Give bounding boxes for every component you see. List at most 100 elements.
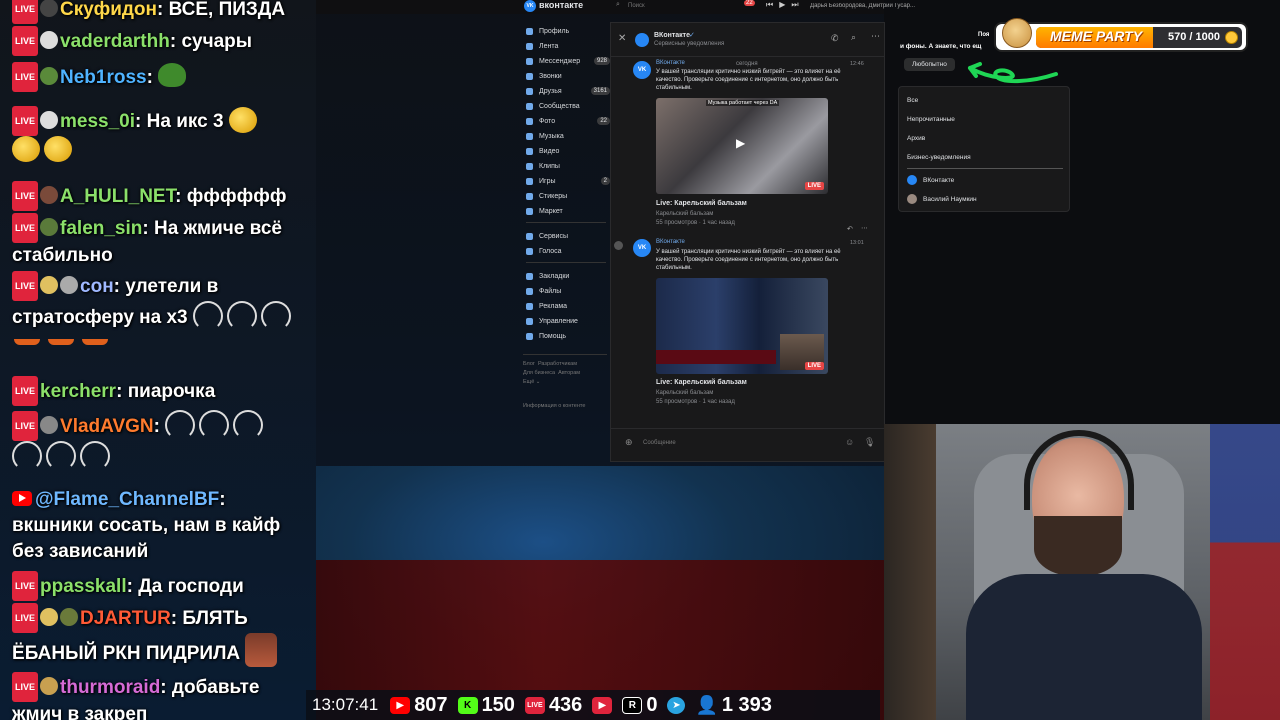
coin-icon	[1225, 31, 1238, 44]
chat-nick: @Flame_ChannelBF	[35, 489, 220, 510]
microphone-icon[interactable]: 🎙	[864, 437, 875, 448]
video-icon	[526, 147, 533, 155]
live-badge: LIVE	[804, 182, 824, 190]
skull-icon	[40, 111, 59, 129]
sidebar-item-calls[interactable]: Звонки	[526, 70, 610, 82]
sidebar-item-bookmarks[interactable]: Закладки	[526, 270, 610, 282]
close-icon[interactable]: ✕	[618, 33, 626, 44]
chat-message: LIVE ppasskall: Да господи	[12, 571, 312, 601]
chat-text: ВСЕ, ПИЗДА	[168, 0, 286, 20]
notification-badge[interactable]: 22	[744, 0, 755, 6]
video-channel[interactable]: Карельский бальзам	[656, 389, 713, 398]
sidebar-item-ads[interactable]: Реклама	[526, 300, 610, 312]
emoji-icon[interactable]: ☺	[845, 437, 854, 447]
more-icon[interactable]: ⋯	[871, 31, 880, 42]
live-badge: LIVE	[12, 411, 39, 441]
telegram-icon: ➤	[667, 696, 686, 714]
post-sender[interactable]: ВКонтакте	[656, 239, 685, 245]
filter-all[interactable]: Все	[907, 97, 918, 104]
chat-nick: Neb1ross	[60, 67, 147, 88]
video-thumbnail[interactable]: LIVE	[656, 278, 828, 374]
video-thumbnail[interactable]: Музыка работает через DA ▶ LIVE	[656, 98, 828, 194]
doge-icon	[1002, 18, 1032, 48]
more-icon[interactable]: ⋯	[861, 224, 868, 232]
promo-text: и фоны. А знаете, что ещ	[900, 43, 982, 50]
live-badge: LIVE	[12, 571, 39, 601]
vk-live-icon: LIVE	[524, 696, 545, 714]
player-controls[interactable]: ⏮▶⏭	[766, 0, 805, 10]
sidebar-item-votes[interactable]: Голоса	[526, 245, 610, 257]
chat-message: @Flame_ChannelBF: вкшники сосать, нам в к…	[12, 489, 281, 562]
contact-vasily[interactable]: Василий Наумкин	[907, 194, 977, 204]
vk-logo-icon: VK	[524, 0, 536, 12]
sidebar-label: Помощь	[539, 332, 567, 340]
video-title[interactable]: Live: Карельский бальзам	[656, 379, 747, 386]
sidebar-footer-info[interactable]: Информация о контенте	[523, 402, 585, 411]
sidebar-item-friends[interactable]: Друзья 3161	[526, 85, 610, 97]
sidebar-item-communities[interactable]: Сообщества	[526, 100, 610, 112]
services-icon	[526, 232, 533, 240]
promo-button[interactable]: Любопытно	[904, 58, 955, 71]
vk-brand[interactable]: вконтакте	[539, 0, 583, 10]
contact-vk[interactable]: ВКонтакте	[907, 175, 954, 185]
sidebar-item-files[interactable]: Файлы	[526, 285, 610, 297]
phone-icon[interactable]: ✆	[831, 33, 839, 44]
loading-emote-icon	[192, 301, 223, 331]
chat-message: LIVE A_HULI_NET: фффффф	[12, 181, 312, 211]
video-meta: 55 просмотров · 1 час назад	[656, 220, 735, 226]
post-sender[interactable]: ВКонтакте	[656, 60, 685, 66]
clock-time: 13:07:41	[312, 695, 379, 714]
video-channel[interactable]: Карельский бальзам	[656, 210, 713, 219]
sidebar-count: 2	[600, 177, 610, 185]
sidebar-footer-links[interactable]: Блог Разработчикам Для бизнеса Авторам Е…	[523, 360, 580, 387]
chat-message: LIVE kercherr: пиарочка	[12, 376, 312, 406]
reply-icon[interactable]: ↶	[847, 225, 853, 233]
chat-text: вкшники сосать, нам в кайф без зависаний	[12, 515, 281, 562]
attach-icon[interactable]: ⊕	[625, 437, 633, 448]
chat-message: LIVE thurmoraid: добавьте жмич в закреп	[12, 672, 312, 720]
loading-emote-icon	[46, 441, 76, 471]
chat-text: пиарочка	[127, 381, 216, 402]
contact-name: ВКонтакте	[923, 177, 955, 184]
sidebar-item-stickers[interactable]: Стикеры	[526, 190, 610, 202]
filter-business[interactable]: Бизнес-уведомления	[907, 154, 971, 161]
manage-icon	[526, 317, 533, 325]
sidebar-item-video[interactable]: Видео	[526, 145, 610, 157]
photo-icon	[526, 117, 533, 125]
chat-text: фффффф	[186, 186, 287, 207]
live-badge: LIVE	[12, 62, 39, 92]
filter-archive[interactable]: Архив	[907, 135, 925, 142]
select-check-icon[interactable]	[614, 241, 623, 250]
sidebar-label: Видео	[539, 147, 560, 155]
search-icon[interactable]: ⌕	[851, 32, 856, 43]
sidebar-item-music[interactable]: Музыка	[526, 130, 610, 142]
rutube-icon: R	[622, 696, 643, 714]
message-input[interactable]: Сообщение	[643, 440, 823, 446]
chat-message: LIVE mess_0i: На икс 3	[12, 106, 312, 164]
sidebar-item-manage[interactable]: Управление	[526, 315, 610, 327]
video-meta: 55 просмотров · 1 час назад	[656, 399, 735, 405]
sidebar-item-photos[interactable]: Фото 22	[526, 115, 610, 127]
rutube-viewers: ▶	[592, 696, 613, 714]
blob-emote-icon	[44, 136, 72, 162]
youtube-count: 807	[414, 693, 448, 716]
chat-name[interactable]: ВКонтакте	[654, 32, 690, 39]
vk-chat-filters-panel: Все Непрочитанные Архив Бизнес-уведомлен…	[898, 86, 1070, 212]
sidebar-label: Музыка	[539, 132, 564, 140]
sidebar-item-games[interactable]: Игры 2	[526, 175, 610, 187]
sidebar-item-profile[interactable]: Профиль	[526, 25, 610, 37]
loading-emote-icon	[80, 441, 110, 471]
sidebar-item-messenger[interactable]: Мессенджер 928	[526, 55, 610, 67]
video-title[interactable]: Live: Карельский бальзам	[656, 200, 747, 207]
contact-name: Василий Наумкин	[923, 196, 977, 203]
filter-unread[interactable]: Непрочитанные	[907, 116, 955, 123]
sidebar-label: Закладки	[539, 272, 570, 280]
sidebar-item-clips[interactable]: Клипы	[526, 160, 610, 172]
chat-nick: A_HULI_NET	[60, 186, 176, 207]
vk-search-input[interactable]: Поиск	[628, 3, 718, 9]
sidebar-item-market[interactable]: Маркет	[526, 205, 610, 217]
sidebar-item-services[interactable]: Сервисы	[526, 230, 610, 242]
sidebar-label: Реклама	[539, 302, 568, 310]
sidebar-item-help[interactable]: Помощь	[526, 330, 610, 342]
sidebar-item-feed[interactable]: Лента	[526, 40, 610, 52]
